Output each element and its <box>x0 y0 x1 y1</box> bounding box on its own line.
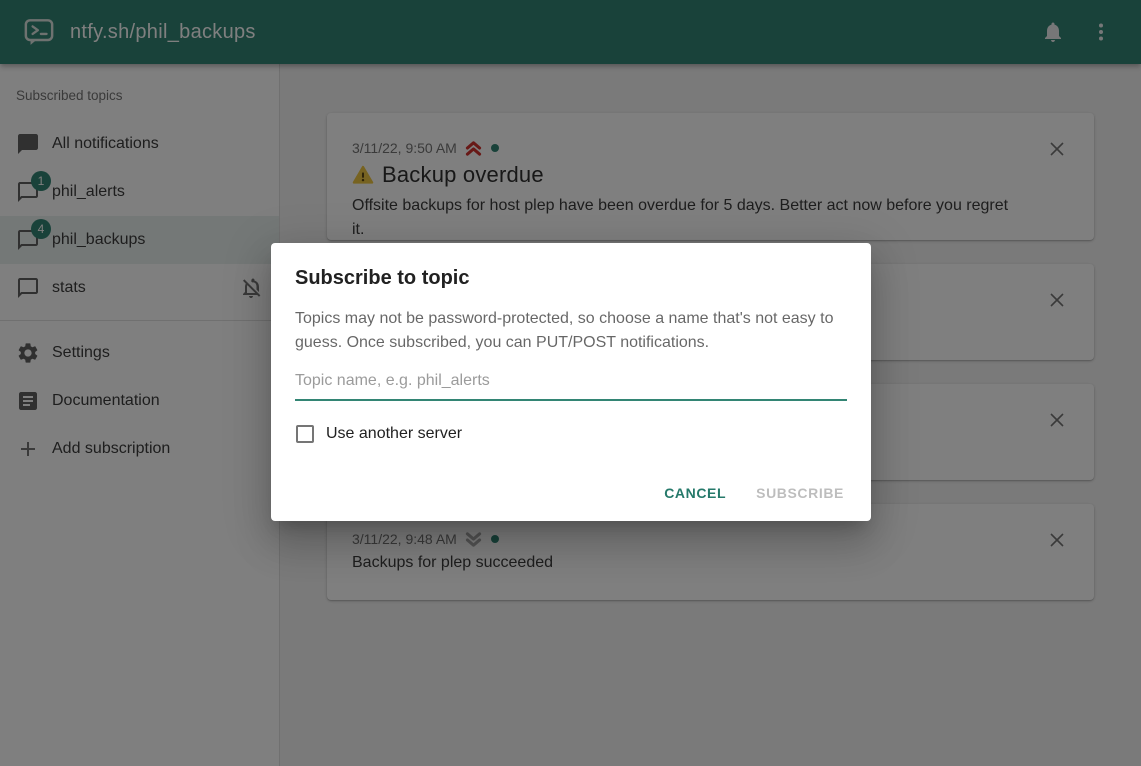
dialog-title: Subscribe to topic <box>271 243 871 291</box>
subscribe-button[interactable]: SUBSCRIBE <box>745 477 855 509</box>
use-another-server-checkbox[interactable] <box>296 425 314 443</box>
checkbox-label: Use another server <box>326 425 462 443</box>
dialog-description: Topics may not be password-protected, so… <box>295 307 847 355</box>
subscribe-dialog: Subscribe to topic Topics may not be pas… <box>271 243 871 521</box>
topic-name-input[interactable] <box>295 366 847 401</box>
cancel-button[interactable]: CANCEL <box>653 477 737 509</box>
